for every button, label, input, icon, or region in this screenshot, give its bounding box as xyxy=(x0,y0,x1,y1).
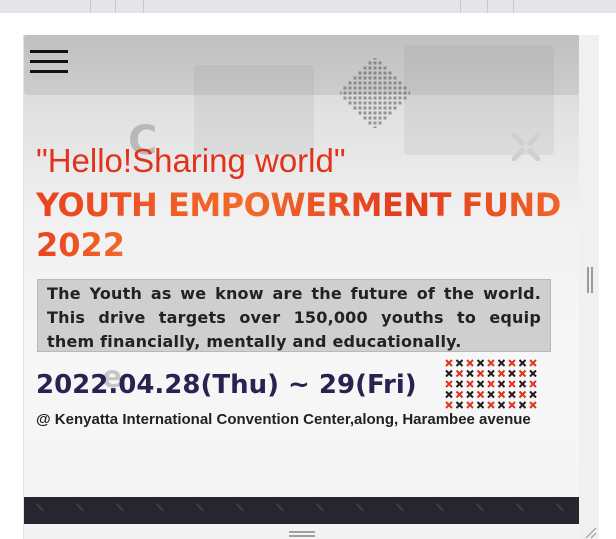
event-venue: @ Kenyatta International Convention Cent… xyxy=(36,411,531,428)
toolbar-divider xyxy=(115,0,116,13)
hero-tagline: "Hello!Sharing world" xyxy=(36,142,346,179)
x-mark-icon xyxy=(512,133,540,161)
band-pattern-mark xyxy=(509,502,525,518)
toolbar-divider xyxy=(143,0,144,13)
hero-description: The Youth as we know are the future of t… xyxy=(37,279,551,352)
scrollbar-grip[interactable] xyxy=(587,267,593,293)
band-pattern-mark xyxy=(429,502,445,518)
band-pattern-mark xyxy=(389,502,405,518)
hero-title: YOUTH EMPOWERMENT FUND xyxy=(36,186,561,224)
resize-handle-icon[interactable] xyxy=(583,525,597,539)
band-pattern-mark xyxy=(109,502,125,518)
toolbar-divider xyxy=(487,0,488,13)
toolbar-divider xyxy=(90,0,91,13)
band-pattern-mark xyxy=(309,502,325,518)
band-pattern-mark xyxy=(149,502,165,518)
band-pattern-mark xyxy=(349,502,365,518)
diamond-dots-decoration xyxy=(340,58,410,128)
band-pattern-mark xyxy=(189,502,205,518)
bottom-resize-grip[interactable] xyxy=(289,531,315,537)
band-pattern-mark xyxy=(229,502,245,518)
band-pattern-mark xyxy=(469,502,485,518)
band-pattern-mark xyxy=(269,502,285,518)
x-pattern-decoration xyxy=(445,359,537,409)
top-toolbar-strip xyxy=(0,0,616,13)
hero-year: 2022 xyxy=(36,226,126,264)
toolbar-divider xyxy=(513,0,514,13)
event-date: 2022.04.28(Thu) ~ 29(Fri) xyxy=(36,370,417,400)
band-pattern-mark xyxy=(69,502,85,518)
toolbar-divider xyxy=(460,0,461,13)
band-pattern-mark xyxy=(29,502,45,518)
band-pattern-mark xyxy=(549,502,565,518)
dark-footer-band xyxy=(24,497,579,524)
hamburger-menu-icon[interactable] xyxy=(30,50,68,74)
